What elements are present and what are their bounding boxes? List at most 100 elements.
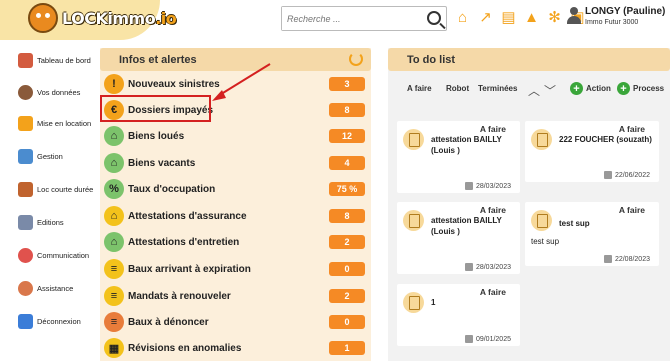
todo-card[interactable]: A faire 222 FOUCHER (souzath) 22/06/2022: [525, 121, 659, 182]
chevron-down-icon[interactable]: ﹀: [544, 82, 556, 99]
alert-row[interactable]: ⌂ Biens vacants 4: [104, 150, 369, 176]
logout-icon: [18, 314, 33, 329]
chat-icon: [18, 248, 33, 263]
card-date: 22/08/2023: [603, 255, 650, 263]
alert-count-badge[interactable]: 75 %: [329, 182, 365, 196]
tiger-mascot-icon: [28, 3, 58, 33]
todo-panel: To do list A faire Robot Terminées ︿ ﹀ +…: [388, 48, 670, 361]
rented-house-icon: ⌂: [104, 126, 124, 146]
support-icon: [18, 281, 33, 296]
card-date: 28/03/2023: [464, 182, 511, 190]
documents-icon: [18, 215, 33, 230]
plus-icon: +: [570, 82, 583, 95]
note-icon: [531, 129, 552, 150]
home-icon[interactable]: ⌂: [454, 9, 471, 26]
user-icon[interactable]: [567, 7, 581, 25]
annotation-highlight-box: [100, 95, 211, 122]
todo-card[interactable]: A faire attestation BAILLY (Louis ) 28/0…: [397, 202, 520, 274]
tree-icon[interactable]: ▲: [523, 9, 540, 26]
card-date: 28/03/2023: [464, 263, 511, 271]
tab-a-faire[interactable]: A faire: [407, 84, 432, 93]
sidebar-item-gestion[interactable]: Gestion: [18, 149, 63, 164]
alert-row[interactable]: ! Nouveaux sinistres 3: [104, 71, 369, 97]
alert-row[interactable]: ⌂ Biens loués 12: [104, 123, 369, 149]
search-input[interactable]: [282, 7, 422, 30]
note-icon: [403, 210, 424, 231]
vacant-house-icon: ⌂: [104, 153, 124, 173]
card-status: A faire: [479, 124, 506, 134]
alert-row[interactable]: % Taux d'occupation 75 %: [104, 176, 369, 202]
alert-row[interactable]: ⌂ Attestations d'entretien 2: [104, 229, 369, 255]
occupancy-icon: %: [104, 179, 124, 199]
card-title: attestation BAILLY (Louis ): [431, 135, 502, 155]
alert-count-badge[interactable]: 4: [329, 156, 365, 170]
calendar-icon: [603, 255, 612, 263]
card-title: test sup: [559, 219, 590, 228]
add-action-button[interactable]: + Action: [570, 82, 611, 95]
calendar-icon: [464, 182, 473, 190]
gear-icon[interactable]: ✻: [546, 9, 563, 26]
search-icon[interactable]: [427, 11, 441, 25]
alert-count-badge[interactable]: 2: [329, 289, 365, 303]
dashboard-icon: [18, 53, 33, 68]
keys-icon: [18, 116, 33, 131]
search-box: [281, 6, 447, 31]
document-icon[interactable]: ▤: [500, 9, 517, 26]
tab-terminees[interactable]: Terminées: [478, 84, 517, 93]
note-icon: [403, 129, 424, 150]
calendar-icon: [603, 171, 612, 179]
alert-label: Révisions en anomalies: [128, 342, 242, 354]
alert-count-badge[interactable]: 0: [329, 315, 365, 329]
alert-label: Taux d'occupation: [128, 183, 216, 195]
alert-row[interactable]: ≡ Baux à dénoncer 0: [104, 309, 369, 335]
alert-label: Baux à dénoncer: [128, 316, 209, 328]
alert-row[interactable]: ≡ Mandats à renouveler 2: [104, 283, 369, 309]
add-process-button[interactable]: + Process: [617, 82, 664, 95]
alert-count-badge[interactable]: 2: [329, 235, 365, 249]
alert-label: Biens vacants: [128, 157, 196, 169]
insurance-house-icon: ⌂: [104, 206, 124, 226]
alert-label: Nouveaux sinistres: [128, 78, 220, 90]
card-date: 09/01/2025: [464, 335, 511, 343]
note-icon: [531, 210, 552, 231]
todo-card[interactable]: A faire test sup test sup 22/08/2023: [525, 202, 659, 266]
sidebar-item-loc-courte-duree[interactable]: Loc courte durée: [18, 182, 93, 197]
plus-icon: +: [617, 82, 630, 95]
alert-label: Baux arrivant à expiration: [128, 263, 251, 275]
user-name[interactable]: LONGY (Pauline): [585, 6, 665, 17]
alert-count-badge[interactable]: 8: [329, 103, 365, 117]
calendar-icon: [464, 335, 473, 343]
chevron-up-icon[interactable]: ︿: [528, 82, 540, 99]
alert-row[interactable]: ⌂ Attestations d'assurance 8: [104, 203, 369, 229]
sidebar-item-assistance[interactable]: Assistance: [18, 281, 73, 296]
sidebar-item-editions[interactable]: Editions: [18, 215, 64, 230]
external-link-icon[interactable]: ↗: [477, 9, 494, 26]
sidebar-item-deconnexion[interactable]: Déconnexion: [18, 314, 81, 329]
alert-count-badge[interactable]: 12: [329, 129, 365, 143]
tab-robot[interactable]: Robot: [446, 84, 469, 93]
alert-label: Attestations d'assurance: [128, 210, 247, 222]
alert-label: Attestations d'entretien: [128, 236, 240, 248]
alert-count-badge[interactable]: 3: [329, 77, 365, 91]
maintenance-house-icon: ⌂: [104, 232, 124, 252]
infos-header: Infos et alertes: [100, 48, 371, 71]
lease-terminate-icon: ≡: [104, 312, 124, 332]
alert-row[interactable]: ≡ Baux arrivant à expiration 0: [104, 256, 369, 282]
card-title: 1: [431, 298, 436, 307]
todo-card[interactable]: A faire attestation BAILLY (Louis ) 28/0…: [397, 121, 520, 193]
alert-count-badge[interactable]: 8: [329, 209, 365, 223]
alert-label: Biens loués: [128, 130, 185, 142]
alert-count-badge[interactable]: 0: [329, 262, 365, 276]
sidebar-item-tableau-de-bord[interactable]: Tableau de bord: [18, 53, 91, 68]
alert-row[interactable]: ▦ Révisions en anomalies 1: [104, 335, 369, 361]
sidebar-item-vos-donnees[interactable]: Vos données: [18, 85, 80, 100]
refresh-icon[interactable]: [349, 52, 363, 66]
todo-card[interactable]: A faire 1 09/01/2025: [397, 284, 520, 346]
sidebar-item-communication[interactable]: Communication: [18, 248, 89, 263]
sidebar-item-mise-en-location[interactable]: Mise en location: [18, 116, 91, 131]
person-icon: [18, 85, 33, 100]
lease-expiry-icon: ≡: [104, 259, 124, 279]
note-icon: [403, 292, 424, 313]
alert-count-badge[interactable]: 1: [329, 341, 365, 355]
logo[interactable]: LOCKimmo.io: [28, 3, 177, 33]
